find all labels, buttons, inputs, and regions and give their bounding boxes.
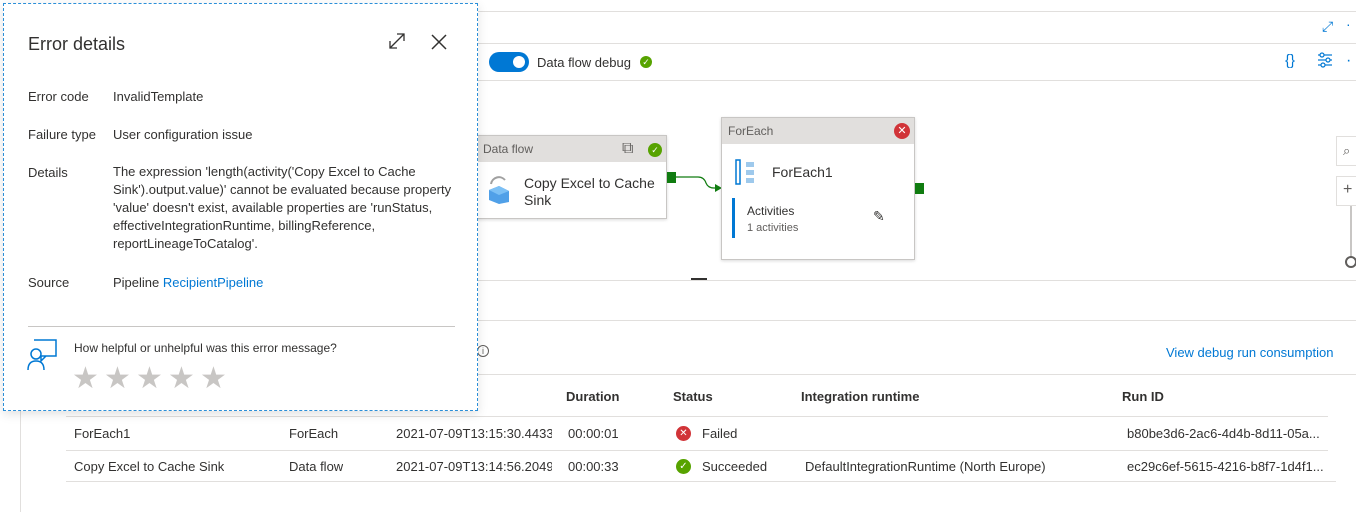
- details-label: Details: [28, 165, 68, 180]
- feedback-question: How helpful or unhelpful was this error …: [74, 341, 337, 355]
- run-id[interactable]: ec29c6ef-5615-4216-b8f7-1d4f1...: [1127, 459, 1327, 474]
- run-start: 2021-07-09T13:14:56.20492: [396, 459, 552, 474]
- table-row[interactable]: ForEach1 ForEach 2021-07-09T13:15:30.443…: [66, 417, 1328, 450]
- view-debug-run-consumption-link[interactable]: View debug run consumption: [1166, 345, 1333, 360]
- error-code-value: InvalidTemplate: [113, 89, 204, 104]
- expand-icon[interactable]: ⤢: [1322, 18, 1333, 35]
- integration-runtime: DefaultIntegrationRuntime (North Europe): [805, 459, 1046, 474]
- more-icon[interactable]: ·: [1346, 52, 1351, 70]
- error-details-panel: Error details Error code InvalidTemplate…: [3, 3, 478, 411]
- properties-icon[interactable]: [1317, 51, 1333, 72]
- search-canvas-button[interactable]: ⌕: [1336, 136, 1356, 166]
- foreach-icon: [734, 158, 758, 189]
- star-5-icon[interactable]: ★: [200, 364, 227, 394]
- search-icon: ⌕: [1343, 143, 1351, 158]
- activity-type: ForEach: [289, 426, 339, 441]
- column-header-run-id[interactable]: Run ID: [1122, 389, 1164, 404]
- status-text: Succeeded: [702, 459, 768, 474]
- node-type-label: ForEach: [728, 124, 774, 138]
- duration: 00:00:33: [568, 459, 619, 474]
- success-icon: ✓: [648, 143, 662, 157]
- run-id[interactable]: b80be3d6-2ac6-4d4b-8d11-05a...: [1127, 426, 1327, 441]
- node-header: Data flow ⧉ ✓: [477, 136, 666, 162]
- foreach-activity-node[interactable]: ForEach ✕ ForEach1 Activities 1 activiti…: [721, 117, 915, 260]
- failure-type-label: Failure type: [28, 127, 96, 142]
- status-text: Failed: [702, 426, 738, 441]
- open-external-icon[interactable]: ⧉: [622, 136, 633, 162]
- star-3-icon[interactable]: ★: [136, 364, 163, 394]
- error-code-label: Error code: [28, 89, 89, 104]
- details-value: The expression 'length(activity('Copy Ex…: [113, 164, 452, 251]
- activity-name: ForEach1: [74, 426, 131, 441]
- dataflow-activity-node[interactable]: Data flow ⧉ ✓ Copy Excel to Cache Sink: [476, 135, 667, 219]
- succeeded-icon: ✓: [676, 459, 691, 474]
- more-icon[interactable]: ·: [1346, 16, 1351, 32]
- run-start: 2021-07-09T13:15:30.44333: [396, 426, 552, 441]
- star-1-icon[interactable]: ★: [72, 364, 99, 394]
- failed-icon: ✕: [676, 426, 691, 441]
- star-2-icon[interactable]: ★: [104, 364, 131, 394]
- activities-label: Activities: [747, 204, 795, 218]
- debug-toggle[interactable]: [489, 52, 529, 72]
- activities-count: 1 activities: [747, 222, 799, 234]
- node-header: ForEach ✕: [722, 118, 914, 144]
- failure-type-value: User configuration issue: [113, 127, 253, 142]
- connector-arrow: [676, 176, 722, 192]
- plus-icon: +: [1343, 181, 1353, 198]
- duration: 00:00:01: [568, 426, 619, 441]
- source-value: Pipeline RecipientPipeline: [113, 275, 263, 290]
- expand-icon[interactable]: [388, 32, 406, 53]
- zoom-in-button[interactable]: +: [1336, 176, 1356, 206]
- node-title: ForEach1: [772, 164, 833, 180]
- table-row[interactable]: Copy Excel to Cache Sink Data flow 2021-…: [66, 450, 1336, 482]
- zoom-slider-handle[interactable]: [1345, 256, 1356, 268]
- source-label: Source: [28, 275, 70, 290]
- source-prefix: Pipeline: [113, 275, 160, 290]
- error-icon: ✕: [894, 123, 910, 139]
- activity-type: Data flow: [289, 459, 344, 474]
- panel-title: Error details: [28, 34, 126, 54]
- feedback-icon: [26, 338, 60, 375]
- dataflow-icon: [485, 174, 513, 207]
- debug-ready-icon: ✓: [640, 56, 652, 68]
- column-header-status[interactable]: Status: [673, 389, 713, 404]
- node-type-label: Data flow: [483, 142, 534, 156]
- star-4-icon[interactable]: ★: [168, 364, 195, 394]
- activity-name: Copy Excel to Cache Sink: [74, 459, 225, 474]
- pane-splitter-handle[interactable]: [691, 278, 707, 280]
- code-icon[interactable]: {}: [1285, 52, 1295, 69]
- node-title: Copy Excel to Cache Sink: [524, 175, 655, 208]
- output-port[interactable]: [915, 183, 924, 194]
- column-header-duration[interactable]: Duration: [566, 389, 619, 404]
- activities-box[interactable]: Activities 1 activities ✎: [732, 198, 904, 238]
- column-header-integration-runtime[interactable]: Integration runtime: [801, 389, 919, 404]
- edit-icon[interactable]: ✎: [873, 208, 885, 225]
- output-port[interactable]: [667, 172, 676, 183]
- pipeline-link[interactable]: RecipientPipeline: [163, 275, 263, 290]
- debug-label: Data flow debug: [537, 55, 631, 70]
- close-icon[interactable]: [430, 33, 448, 54]
- info-icon: i: [477, 345, 489, 357]
